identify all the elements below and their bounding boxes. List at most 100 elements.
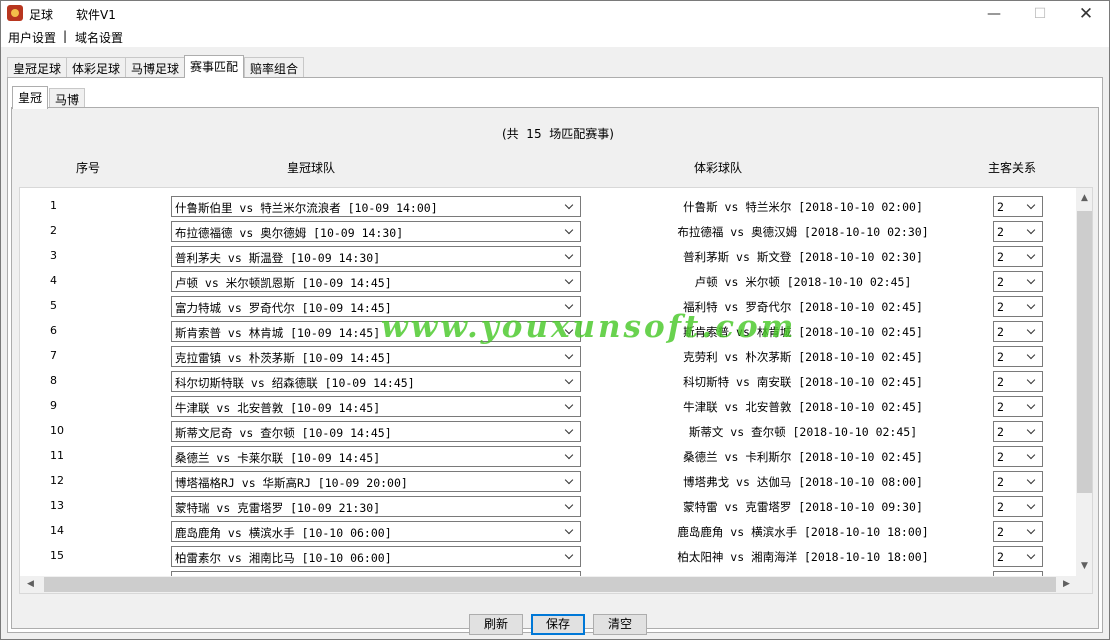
scroll-up-icon[interactable]: ▲ [1076, 190, 1092, 207]
clear-button[interactable]: 清空 [593, 614, 647, 635]
table-row: 12 博塔福格RJ vs 华斯高RJ [10-09 20:00] 博塔弗戈 vs 达… [20, 469, 1074, 494]
chevron-down-icon[interactable] [1025, 274, 1039, 289]
home-away-select[interactable]: 2 [993, 271, 1043, 292]
crown-team-select[interactable]: 桑德兰 vs 卡莱尔联 [10-09 14:45] [171, 446, 581, 467]
scroll-down-icon[interactable]: ▼ [1076, 558, 1092, 575]
home-away-select[interactable]: 2 [993, 546, 1043, 567]
menu-domain-settings[interactable]: 域名设置 [75, 29, 123, 46]
chevron-down-icon[interactable] [563, 299, 577, 314]
chevron-down-icon[interactable] [563, 199, 577, 214]
chevron-down-icon[interactable] [1025, 249, 1039, 264]
chevron-down-icon[interactable] [563, 424, 577, 439]
horizontal-scrollbar[interactable]: ◀ ▶ [20, 576, 1076, 593]
chevron-down-icon[interactable] [563, 249, 577, 264]
tab-mabo-football[interactable]: 马博足球 [125, 57, 186, 77]
home-away-select[interactable]: 2 [993, 346, 1043, 367]
horizontal-scroll-thumb[interactable] [44, 577, 1056, 592]
chevron-down-icon[interactable] [1025, 449, 1039, 464]
crown-team-select[interactable]: 普利茅夫 vs 斯温登 [10-09 14:30] [171, 246, 581, 267]
chevron-down-icon[interactable] [1025, 474, 1039, 489]
chevron-down-icon[interactable] [1025, 374, 1039, 389]
chevron-down-icon[interactable] [1025, 549, 1039, 564]
chevron-down-icon[interactable] [563, 499, 577, 514]
lottery-team-text: 普利茅斯 vs 斯文登 [2018-10-10 02:30] [683, 250, 923, 264]
chevron-down-icon[interactable] [563, 474, 577, 489]
home-away-select[interactable]: 2 [993, 396, 1043, 417]
scroll-left-icon[interactable]: ◀ [22, 576, 39, 593]
chevron-down-icon[interactable] [1025, 299, 1039, 314]
home-away-select[interactable]: 2 [993, 246, 1043, 267]
crown-team-select[interactable]: 斯蒂文尼奇 vs 查尔顿 [10-09 14:45] [171, 421, 581, 442]
lottery-team-text: 柏太阳神 vs 湘南海洋 [2018-10-10 18:00] [677, 550, 929, 564]
subtab-mabo[interactable]: 马博 [49, 88, 86, 108]
minimize-button[interactable]: — [971, 1, 1017, 27]
main-window: 足球 软件V1 — ☐ ✕ 用户设置 | 域名设置 皇冠足球 体彩足球 马博足球… [0, 0, 1110, 640]
chevron-down-icon[interactable] [563, 324, 577, 339]
scroll-right-icon[interactable]: ▶ [1058, 576, 1075, 593]
chevron-down-icon[interactable] [563, 549, 577, 564]
chevron-down-icon[interactable] [563, 274, 577, 289]
home-away-value: 2 [997, 250, 1004, 264]
crown-team-select[interactable]: 蒙特瑞 vs 克雷塔罗 [10-09 21:30] [171, 496, 581, 517]
vertical-scroll-thumb[interactable] [1077, 211, 1092, 493]
match-grid[interactable]: 1 什鲁斯伯里 vs 特兰米尔流浪者 [10-09 14:00] 什鲁斯 vs 特兰… [19, 187, 1093, 594]
home-away-select[interactable]: 2 [993, 521, 1043, 542]
menu-user-settings[interactable]: 用户设置 [8, 29, 56, 46]
chevron-down-icon[interactable] [1025, 524, 1039, 539]
crown-team-select[interactable]: 克拉雷镇 vs 朴茨茅斯 [10-09 14:45] [171, 346, 581, 367]
crown-team-select[interactable]: 富力特城 vs 罗奇代尔 [10-09 14:45] [171, 296, 581, 317]
crown-team-value: 牛津联 vs 北安普敦 [10-09 14:45] [175, 401, 381, 415]
tab-lottery-football[interactable]: 体彩足球 [66, 57, 127, 77]
home-away-select[interactable]: 2 [993, 421, 1043, 442]
match-count-summary: (共 15 场匹配赛事) [502, 127, 614, 141]
menu-separator: | [63, 29, 68, 43]
home-away-select[interactable]: 2 [993, 221, 1043, 242]
crown-team-select[interactable]: 什鲁斯伯里 vs 特兰米尔流浪者 [10-09 14:00] [171, 196, 581, 217]
chevron-down-icon[interactable] [1025, 224, 1039, 239]
tab-odds-combination[interactable]: 赔率组合 [244, 57, 305, 77]
home-away-value: 2 [997, 450, 1004, 464]
home-away-select[interactable]: 2 [993, 446, 1043, 467]
home-away-select[interactable]: 2 [993, 496, 1043, 517]
chevron-down-icon[interactable] [563, 524, 577, 539]
home-away-select[interactable]: 2 [993, 371, 1043, 392]
save-button[interactable]: 保存 [531, 614, 585, 635]
row-index: 15 [50, 549, 64, 562]
chevron-down-icon[interactable] [563, 349, 577, 364]
chevron-down-icon[interactable] [563, 374, 577, 389]
tab-match-pairing[interactable]: 赛事匹配 [184, 55, 245, 78]
crown-team-select[interactable]: 柏雷素尔 vs 湘南比马 [10-10 06:00] [171, 546, 581, 567]
row-index: 8 [50, 374, 57, 387]
chevron-down-icon[interactable] [563, 449, 577, 464]
crown-team-select[interactable]: 斯肯索普 vs 林肯城 [10-09 14:45] [171, 321, 581, 342]
chevron-down-icon[interactable] [563, 399, 577, 414]
tab-crown-football[interactable]: 皇冠足球 [7, 57, 68, 77]
chevron-down-icon[interactable] [1025, 349, 1039, 364]
chevron-down-icon[interactable] [1025, 199, 1039, 214]
crown-team-select[interactable]: 博塔福格RJ vs 华斯高RJ [10-09 20:00] [171, 471, 581, 492]
crown-team-select[interactable]: 卢顿 vs 米尔顿凯恩斯 [10-09 14:45] [171, 271, 581, 292]
chevron-down-icon[interactable] [1025, 424, 1039, 439]
row-index: 12 [50, 474, 64, 487]
crown-team-select[interactable]: 牛津联 vs 北安普敦 [10-09 14:45] [171, 396, 581, 417]
home-away-select[interactable]: 2 [993, 321, 1043, 342]
close-button[interactable]: ✕ [1063, 1, 1109, 27]
chevron-down-icon[interactable] [563, 224, 577, 239]
chevron-down-icon[interactable] [1025, 399, 1039, 414]
row-index: 11 [50, 449, 64, 462]
home-away-value: 2 [997, 300, 1004, 314]
chevron-down-icon[interactable] [1025, 499, 1039, 514]
vertical-scrollbar[interactable]: ▲ ▼ [1076, 188, 1092, 576]
refresh-button[interactable]: 刷新 [469, 614, 523, 635]
maximize-button[interactable]: ☐ [1017, 1, 1063, 27]
subtab-crown[interactable]: 皇冠 [12, 86, 49, 109]
chevron-down-icon[interactable] [1025, 324, 1039, 339]
home-away-select[interactable]: 2 [993, 471, 1043, 492]
crown-team-select[interactable]: 科尔切斯特联 vs 绍森德联 [10-09 14:45] [171, 371, 581, 392]
crown-team-select[interactable]: 布拉德福德 vs 奥尔德姆 [10-09 14:30] [171, 221, 581, 242]
home-away-select[interactable]: 2 [993, 196, 1043, 217]
crown-team-select[interactable]: 鹿岛鹿角 vs 横滨水手 [10-10 06:00] [171, 521, 581, 542]
lottery-team-text: 什鲁斯 vs 特兰米尔 [2018-10-10 02:00] [683, 200, 923, 214]
home-away-select[interactable]: 2 [993, 296, 1043, 317]
row-index: 6 [50, 324, 57, 337]
